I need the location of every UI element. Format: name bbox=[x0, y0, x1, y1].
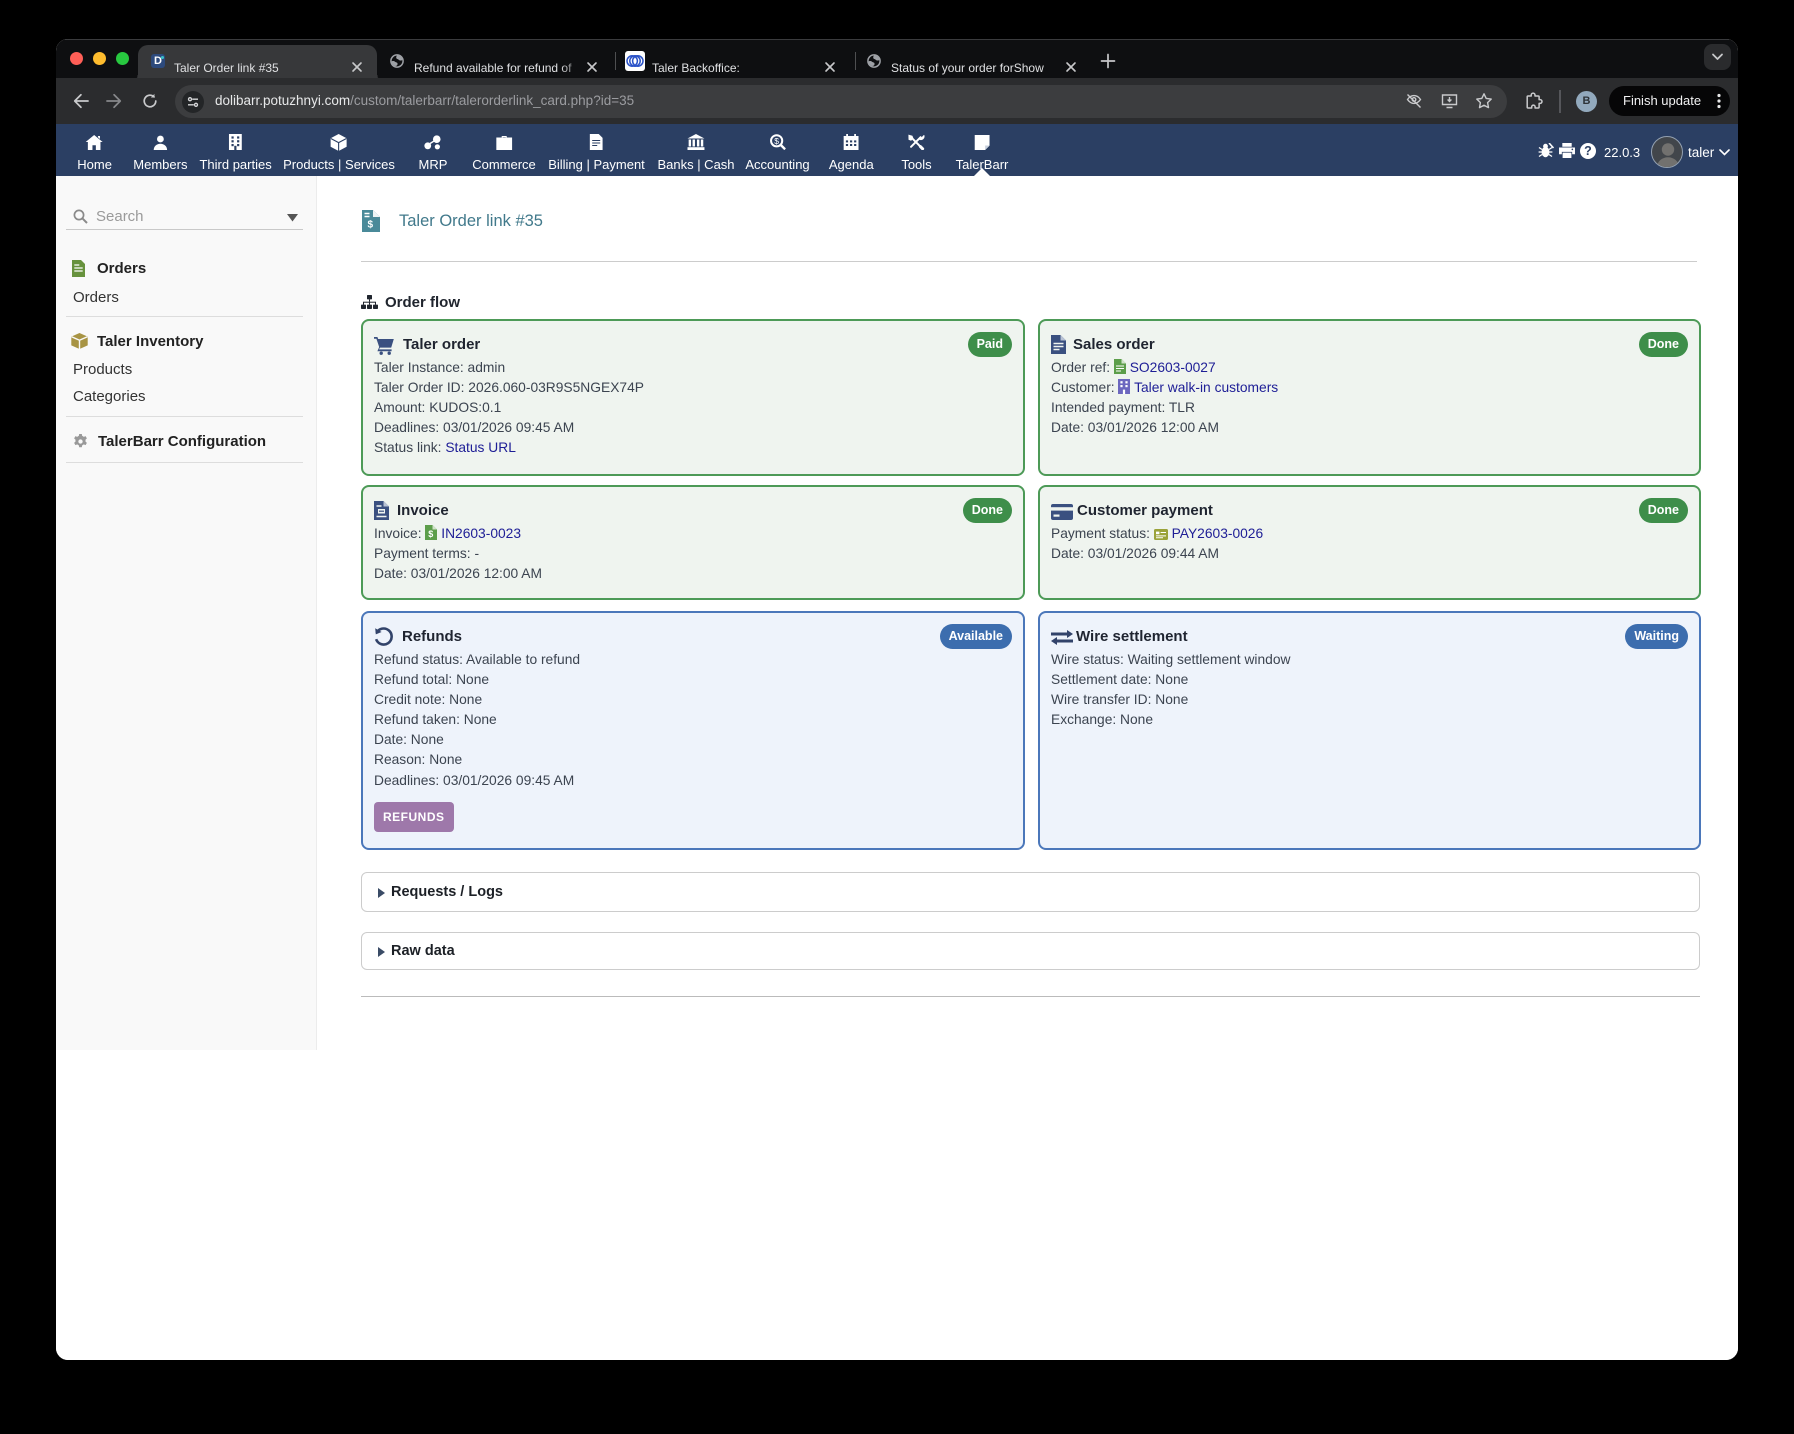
svg-text:$: $ bbox=[368, 220, 374, 231]
svg-text:$: $ bbox=[774, 136, 779, 146]
svg-text:$: $ bbox=[429, 529, 434, 539]
